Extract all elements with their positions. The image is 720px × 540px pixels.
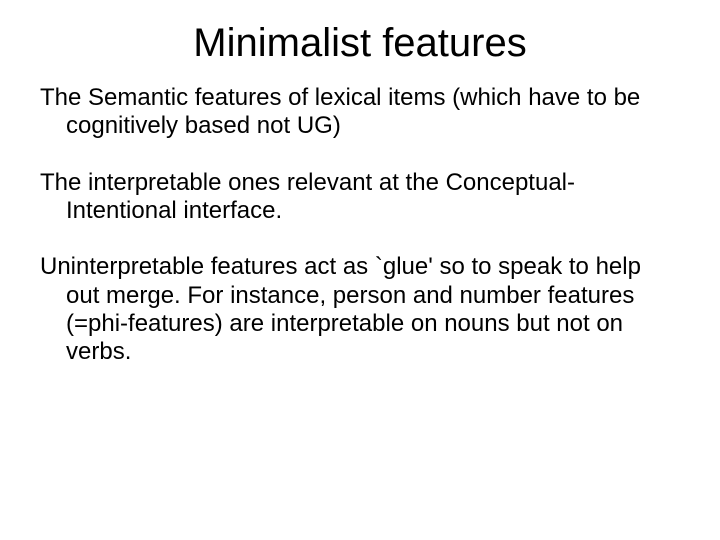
slide-title: Minimalist features — [40, 20, 680, 66]
paragraph-1: The Semantic features of lexical items (… — [40, 84, 680, 141]
paragraph-2: The interpretable ones relevant at the C… — [40, 169, 680, 226]
paragraph-3: Uninterpretable features act as `glue' s… — [40, 253, 680, 366]
slide: Minimalist features The Semantic feature… — [0, 0, 720, 540]
